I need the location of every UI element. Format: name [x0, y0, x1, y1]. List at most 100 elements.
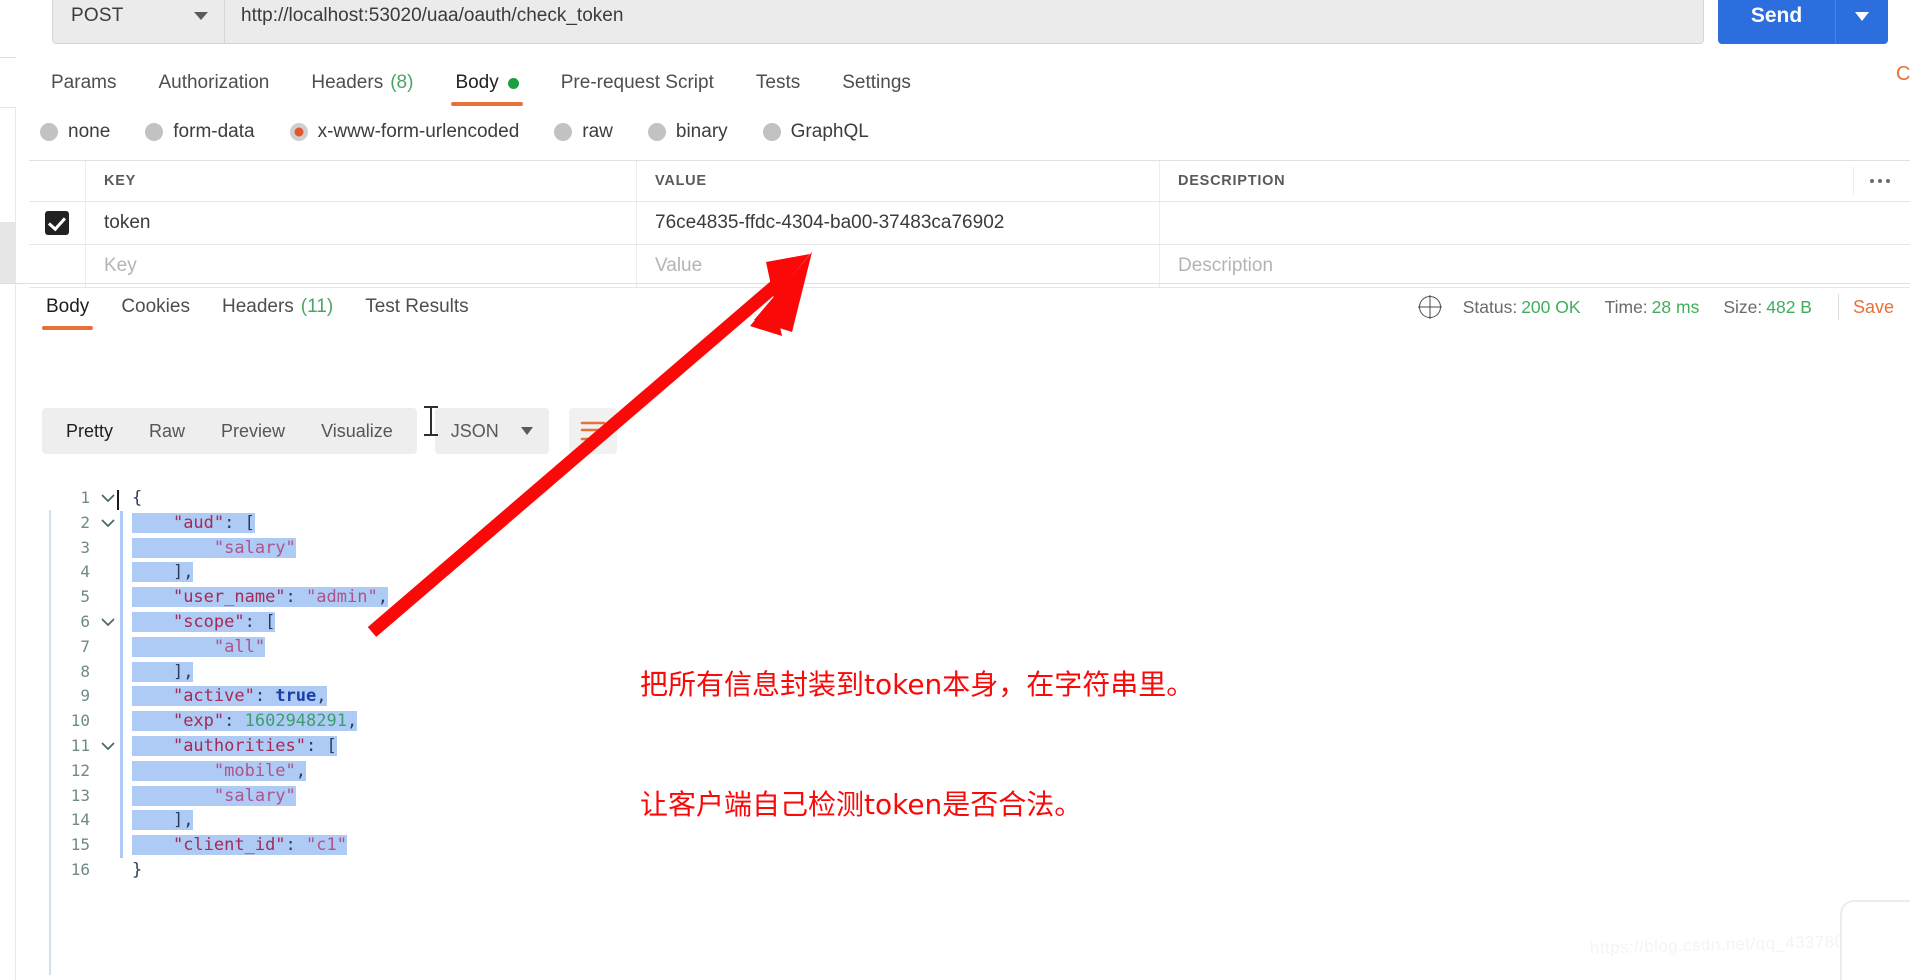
radio-unselected-icon[interactable] [145, 123, 164, 141]
code-text: "exp": 1602948291, [123, 709, 358, 734]
body-type-x-www-form-urlencoded[interactable]: x-www-form-urlencoded [289, 121, 519, 143]
response-tab-headers[interactable]: Headers (11) [206, 284, 349, 330]
tab-label: Authorization [158, 72, 270, 93]
code-text: "user_name": "admin", [123, 585, 388, 610]
status-value: 200 OK [1521, 296, 1581, 317]
line-number: 13 [70, 785, 90, 805]
view-mode-preview[interactable]: Preview [203, 408, 303, 454]
table-row-empty: Key Value Description [29, 245, 1910, 288]
column-header-description: DESCRIPTION [1178, 173, 1286, 189]
url-input[interactable]: http://localhost:53020/uaa/oauth/check_t… [225, 0, 1703, 43]
send-button[interactable]: Send [1718, 0, 1836, 44]
rail-stub-selected [0, 222, 16, 284]
code-line: 3 "salary" [62, 535, 822, 561]
line-number: 10 [70, 711, 90, 731]
fold-chevron-down-icon[interactable] [96, 617, 120, 627]
size-value: 482 B [1766, 296, 1812, 317]
fold-chevron-down-icon[interactable] [96, 518, 120, 528]
body-type-binary[interactable]: binary [647, 121, 728, 143]
code-text: "client_id": "c1" [123, 833, 347, 858]
line-number: 5 [80, 587, 90, 607]
send-button-group[interactable]: Send [1718, 0, 1888, 44]
body-type-graphql[interactable]: GraphQL [762, 121, 869, 143]
new-value-input[interactable]: Value [655, 255, 702, 277]
line-number: 15 [70, 835, 90, 855]
body-type-label: binary [675, 121, 728, 142]
tab-count-badge: (11) [300, 296, 334, 317]
code-text: ], [123, 660, 194, 685]
body-type-label: none [68, 121, 111, 142]
body-type-radio-group: none form-data x-www-form-urlencoded raw bin… [40, 112, 904, 152]
tab-label: Body [455, 72, 499, 93]
line-number: 9 [80, 686, 90, 706]
code-text: ], [123, 808, 194, 833]
request-tabs: Params Authorization Headers (8) Body Pre-req… [30, 60, 932, 106]
body-type-none[interactable]: none [40, 121, 110, 143]
view-mode-visualize[interactable]: Visualize [303, 408, 411, 454]
line-number: 8 [80, 661, 90, 681]
active-tab-underline [451, 102, 523, 106]
bulk-edit-more-icon[interactable] [1870, 179, 1890, 183]
tab-label: Pre-request Script [560, 72, 714, 93]
radio-unselected-icon[interactable] [40, 123, 58, 141]
response-format-select[interactable]: JSON [434, 408, 549, 454]
column-header-value: VALUE [655, 173, 707, 189]
globe-icon[interactable] [1418, 296, 1441, 318]
radio-unselected-icon[interactable] [762, 123, 781, 141]
response-tab-cookies[interactable]: Cookies [105, 284, 206, 330]
size-label: Size: [1723, 296, 1763, 317]
cookies-link-truncated[interactable]: C [1896, 63, 1910, 86]
body-modified-dot-icon [507, 77, 519, 89]
http-method-label: POST [71, 5, 124, 26]
response-tab-test-results[interactable]: Test Results [349, 284, 484, 330]
annotation-text: 把所有信息封装到token本身，在字符串里。 让客户端自己检测token是否合法… [640, 585, 1194, 905]
body-type-raw[interactable]: raw [554, 121, 613, 143]
body-type-form-data[interactable]: form-data [145, 121, 255, 143]
header-divider [1853, 167, 1854, 195]
request-tab-params[interactable]: Params [30, 60, 137, 106]
send-options-button[interactable] [1836, 0, 1888, 44]
row-checkbox-cell[interactable] [29, 202, 86, 244]
request-tab-headers[interactable]: Headers (8) [290, 60, 434, 106]
row-checkbox-cell-empty[interactable] [29, 245, 86, 287]
line-number: 14 [70, 810, 90, 830]
word-wrap-button[interactable] [568, 408, 617, 454]
row-value-input[interactable]: 76ce4835-ffdc-4304-ba00-37483ca76902 [655, 212, 1004, 234]
code-text: "active": true, [123, 684, 327, 709]
row-key-input[interactable]: token [104, 212, 150, 234]
code-line: 2 "aud": [ [62, 510, 822, 536]
tab-label: Settings [842, 72, 911, 93]
chevron-down-icon [1855, 11, 1869, 21]
chevron-down-icon [520, 427, 533, 435]
line-number: 12 [70, 760, 90, 780]
response-tabs: Body Cookies Headers (11) Test Results [30, 284, 485, 330]
time-badge: Time: 28 ms [1605, 297, 1700, 318]
radio-selected-icon[interactable] [289, 123, 308, 141]
line-number: 1 [80, 488, 90, 507]
request-tab-authorization[interactable]: Authorization [137, 60, 290, 106]
code-text: "all" [123, 635, 266, 660]
request-tab-tests[interactable]: Tests [735, 60, 821, 106]
view-mode-pretty[interactable]: Pretty [48, 408, 131, 454]
fold-chevron-down-icon[interactable] [96, 741, 120, 751]
code-text: "mobile", [123, 759, 307, 784]
tab-label: Tests [755, 72, 801, 93]
request-tab-body[interactable]: Body [434, 60, 539, 106]
checkbox-checked-icon[interactable] [45, 211, 69, 235]
column-header-key: KEY [104, 173, 137, 189]
code-text: "authorities": [ [123, 734, 337, 759]
new-key-input[interactable]: Key [104, 255, 137, 277]
response-tab-body[interactable]: Body [30, 284, 105, 330]
chevron-down-icon [194, 12, 208, 20]
line-number: 11 [70, 735, 90, 755]
view-mode-raw[interactable]: Raw [131, 408, 203, 454]
new-description-input[interactable]: Description [1178, 255, 1273, 277]
save-response-link[interactable]: Save [1853, 297, 1894, 318]
header-checkbox-cell [29, 161, 86, 201]
radio-unselected-icon[interactable] [554, 123, 573, 141]
code-text: "salary" [123, 536, 296, 561]
http-method-select[interactable]: POST [53, 0, 225, 43]
request-tab-settings[interactable]: Settings [821, 60, 932, 106]
radio-unselected-icon[interactable] [647, 123, 666, 141]
request-tab-pre-request-script[interactable]: Pre-request Script [540, 60, 735, 106]
